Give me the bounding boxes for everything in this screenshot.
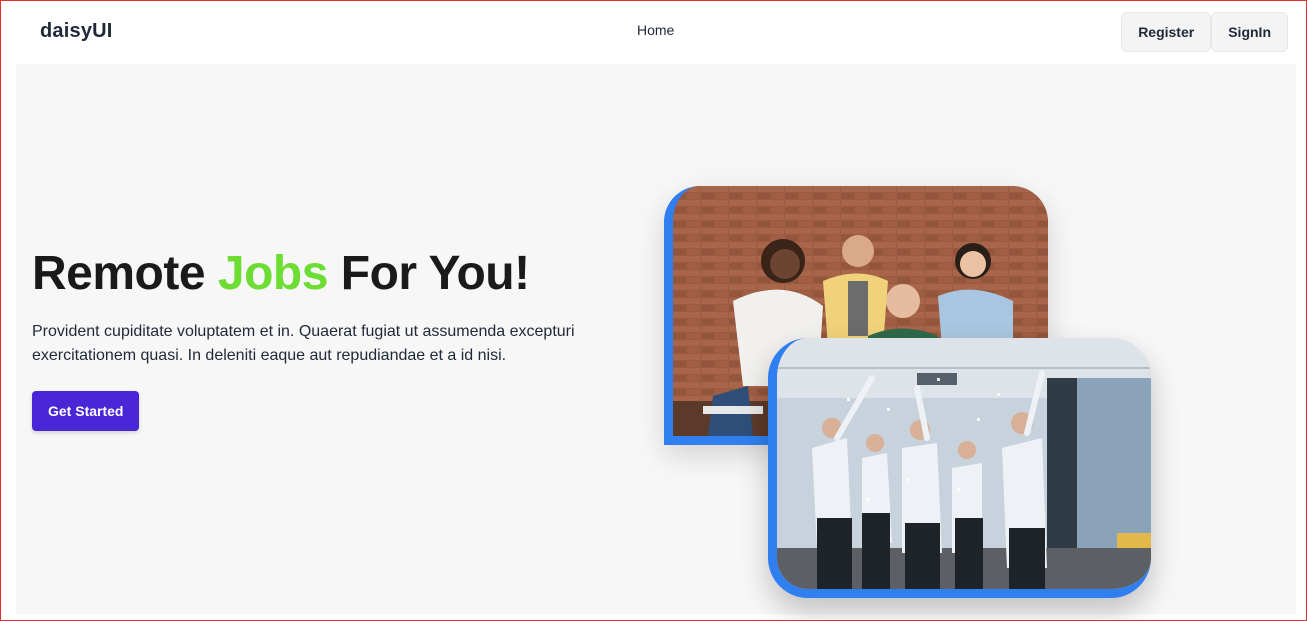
nav-menu: Home (637, 22, 674, 40)
get-started-button[interactable]: Get Started (32, 391, 140, 431)
signin-button[interactable]: SignIn (1211, 12, 1288, 52)
page: daisyUI Home Register SignIn Remote Jobs… (16, 0, 1296, 614)
nav-link-home[interactable]: Home (637, 22, 674, 38)
hero-title-part1: Remote (32, 247, 218, 300)
hero-title-accent: Jobs (217, 247, 329, 300)
brand-logo[interactable]: daisyUI (40, 20, 113, 43)
hero-description: Provident cupiditate voluptatem et in. Q… (32, 323, 575, 364)
hero-image-office-party (768, 338, 1151, 598)
auth-buttons: Register SignIn (1121, 12, 1288, 52)
navbar: daisyUI Home Register SignIn (16, 0, 1296, 64)
hero-title: Remote Jobs For You! (32, 246, 530, 301)
register-button[interactable]: Register (1121, 12, 1212, 52)
hero-title-part2: For You! (327, 247, 530, 300)
